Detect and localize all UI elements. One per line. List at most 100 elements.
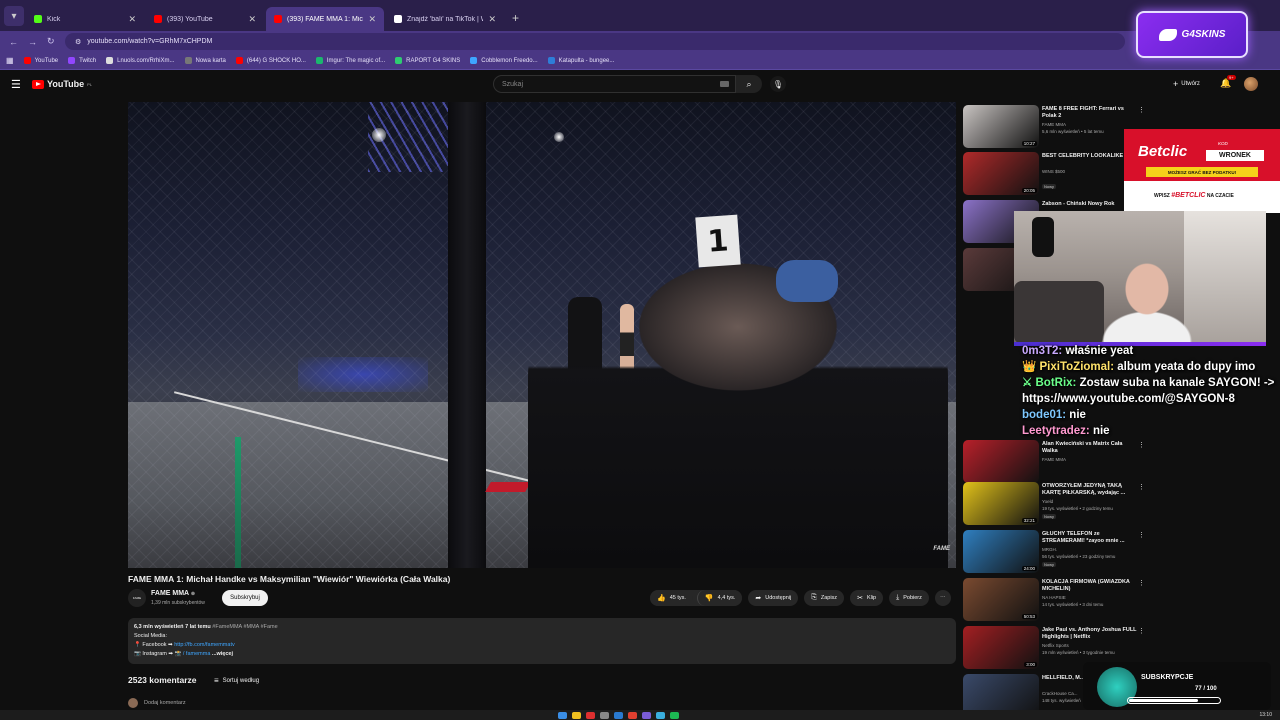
more-actions-button[interactable]: ⋯	[934, 590, 951, 606]
instagram-link[interactable]: 📸 / famemma	[175, 651, 211, 657]
apps-icon[interactable]: ▦	[6, 56, 14, 65]
bookmark-label: Katapulta - bungee...	[558, 57, 615, 64]
spotify-icon[interactable]	[670, 712, 679, 719]
thumbs-up-icon: 👍	[657, 595, 666, 602]
download-button[interactable]: ⤓ Pobierz	[889, 590, 929, 606]
recommended-channel: FAME MMA	[1042, 122, 1067, 127]
search-button[interactable]: ⌕	[736, 75, 762, 93]
youtube-logo-text: YouTube	[47, 79, 85, 89]
search-icon: ⌕	[746, 78, 752, 89]
like-button[interactable]: 👍 45 tys.	[650, 590, 693, 606]
site-info-icon[interactable]: ⚙	[75, 38, 81, 46]
description-instagram: 📷 Instagram ➡ 📸 / famemma ...więcej	[134, 650, 950, 659]
user-avatar[interactable]	[1244, 77, 1258, 91]
video-thumbnail[interactable]: 3:00	[963, 626, 1039, 669]
forward-icon[interactable]: →	[28, 37, 38, 47]
channel-avatar[interactable]: FAME	[128, 589, 146, 607]
show-more-link[interactable]: ...więcej	[212, 651, 233, 657]
close-tab-icon[interactable]: ✕	[368, 14, 376, 25]
subgoal-label: SUBSKRYPCJE	[1141, 674, 1194, 681]
subscriber-count: 1,39 mln subskrybentów	[151, 600, 205, 606]
app-icon[interactable]	[642, 712, 651, 719]
hashtags[interactable]: #FameMMA #MMA #Fame	[212, 624, 277, 630]
menu-icon[interactable]: ☰	[11, 78, 21, 91]
recommended-video[interactable]: Alan Kwieciński vs Matrix Cała Walka FAME…	[963, 440, 1145, 486]
notification-badge: 9+	[1227, 75, 1236, 80]
app-icon[interactable]	[614, 712, 623, 719]
recommended-video[interactable]: 32:21 OTWORZYŁEM JEDYNĄ TAKĄ KARTĘ PIŁKAR…	[963, 482, 1145, 528]
tab-search-icon[interactable]: ▾	[4, 6, 24, 26]
browser-tab[interactable]: Kick ✕	[26, 7, 144, 31]
betclic-bottom-pre: WPISZ	[1154, 193, 1170, 199]
video-thumbnail[interactable]: 20:05	[963, 152, 1039, 195]
bookmark-item[interactable]: RAPORT G4 SKINS	[395, 57, 460, 64]
bookmark-item[interactable]: Nowa karta	[184, 57, 226, 64]
bookmark-item[interactable]: YouTube	[23, 57, 58, 64]
bookmark-label: Imgur: The magic of...	[326, 57, 386, 64]
description-meta: 6,3 mln wyświetleń 7 lat temu #FameMMA #…	[134, 623, 950, 632]
description-box[interactable]: 6,3 mln wyświetleń 7 lat temu #FameMMA #…	[128, 618, 956, 664]
bookmark-item[interactable]: Katapulta - bungee...	[547, 57, 615, 64]
stream-chat-overlay: 0m3T2: właśnie yeat 👑 PixiToZiomal: album…	[1022, 343, 1274, 439]
app-icon[interactable]	[656, 712, 665, 719]
subscribe-button[interactable]: Subskrybuj	[222, 590, 268, 606]
recommended-video[interactable]: 20:05 BEST CELEBRITY LOOKALIKE WINS $500 No…	[963, 152, 1145, 198]
recommended-video[interactable]: 10:27 FAME 8 FREE FIGHT: Ferrari vs Polak…	[963, 105, 1145, 151]
chat-username: 0m3T2:	[1022, 345, 1063, 357]
bookmark-item[interactable]: Twitch	[68, 57, 96, 64]
sort-comments-button[interactable]: ≡ Sortuj według	[214, 676, 259, 685]
share-button[interactable]: ➦ Udostępnij	[748, 590, 799, 606]
recommended-video[interactable]: 50:53 KOLACJA FIRMOWA (GWIAZDKA MICHELIN)…	[963, 578, 1145, 624]
browser-tab[interactable]: Znajdź 'bali' na TikTok | Wyszu ✕	[386, 7, 504, 31]
bookmark-item[interactable]: Imgur: The magic of...	[315, 57, 386, 64]
video-player[interactable]: 1 FAME	[128, 102, 956, 568]
bookmark-item[interactable]: Lnuols.com/RrhiXm...	[106, 57, 175, 64]
subgoal-count: 77 / 100	[1195, 686, 1217, 692]
back-icon[interactable]: ←	[9, 37, 19, 47]
browser-tab[interactable]: (393) YouTube ✕	[146, 7, 264, 31]
more-options-icon[interactable]: ⋮	[1138, 483, 1145, 491]
blue-glove	[776, 260, 838, 302]
create-button[interactable]: + Utwórz	[1173, 79, 1200, 89]
browser-tab[interactable]: (393) FAME MMA 1: Michał Ha ✕	[266, 7, 384, 31]
more-options-icon[interactable]: ⋮	[1138, 106, 1145, 114]
more-options-icon[interactable]: ⋮	[1138, 441, 1145, 449]
reload-icon[interactable]: ↻	[47, 36, 57, 47]
clip-button[interactable]: ✂ Klip	[850, 590, 884, 606]
recommended-video[interactable]: 24:00 GŁUCHY TELEFON ze STREAMERAMI! *zay…	[963, 530, 1145, 576]
windows-start-icon[interactable]	[558, 712, 567, 719]
chrome-icon[interactable]	[628, 712, 637, 719]
close-tab-icon[interactable]: ✕	[128, 14, 136, 25]
video-thumbnail[interactable]	[963, 440, 1039, 483]
url-bar[interactable]: ⚙ youtube.com/watch?v=GRhM7xCHPDM	[65, 33, 1125, 50]
close-tab-icon[interactable]: ✕	[488, 14, 496, 25]
more-options-icon[interactable]: ⋮	[1138, 579, 1145, 587]
bookmark-item[interactable]: (644) G SHOCK HO...	[235, 57, 306, 64]
bookmark-item[interactable]: Cobblemon Freedo...	[470, 57, 538, 64]
channel-name[interactable]: FAME MMA ⊛	[151, 590, 195, 597]
voice-search-button[interactable]: 🎙	[770, 76, 786, 92]
add-comment-field[interactable]: Dodaj komentarz	[128, 698, 186, 708]
youtube-logo[interactable]: YouTube PL	[32, 79, 92, 89]
video-thumbnail[interactable]: 32:21	[963, 482, 1039, 525]
round-card: 1	[695, 214, 741, 268]
app-icon[interactable]	[586, 712, 595, 719]
facebook-link[interactable]: http://fb.com/famemmatv	[174, 642, 235, 648]
save-button[interactable]: ⎘ Zapisz	[804, 590, 845, 606]
video-thumbnail[interactable]: 24:00	[963, 530, 1039, 573]
betclic-kod-label: KOD	[1218, 141, 1228, 146]
more-options-icon[interactable]: ⋮	[1138, 627, 1145, 635]
app-icon[interactable]	[572, 712, 581, 719]
more-options-icon[interactable]: ⋮	[1138, 531, 1145, 539]
video-thumbnail[interactable]: 50:53	[963, 578, 1039, 621]
close-tab-icon[interactable]: ✕	[248, 14, 256, 25]
like-count: 45 tys.	[669, 595, 686, 601]
video-thumbnail[interactable]: 10:27	[963, 105, 1039, 148]
new-tab-icon[interactable]: +	[512, 11, 519, 25]
app-icon[interactable]	[600, 712, 609, 719]
thumbs-down-icon: 👎	[704, 595, 714, 602]
dislike-button[interactable]: 👎 4,4 tys.	[696, 590, 743, 606]
search-input[interactable]: Szukaj	[493, 75, 736, 93]
keyboard-icon[interactable]	[720, 81, 729, 87]
os-taskbar: 13:10	[0, 710, 1280, 720]
